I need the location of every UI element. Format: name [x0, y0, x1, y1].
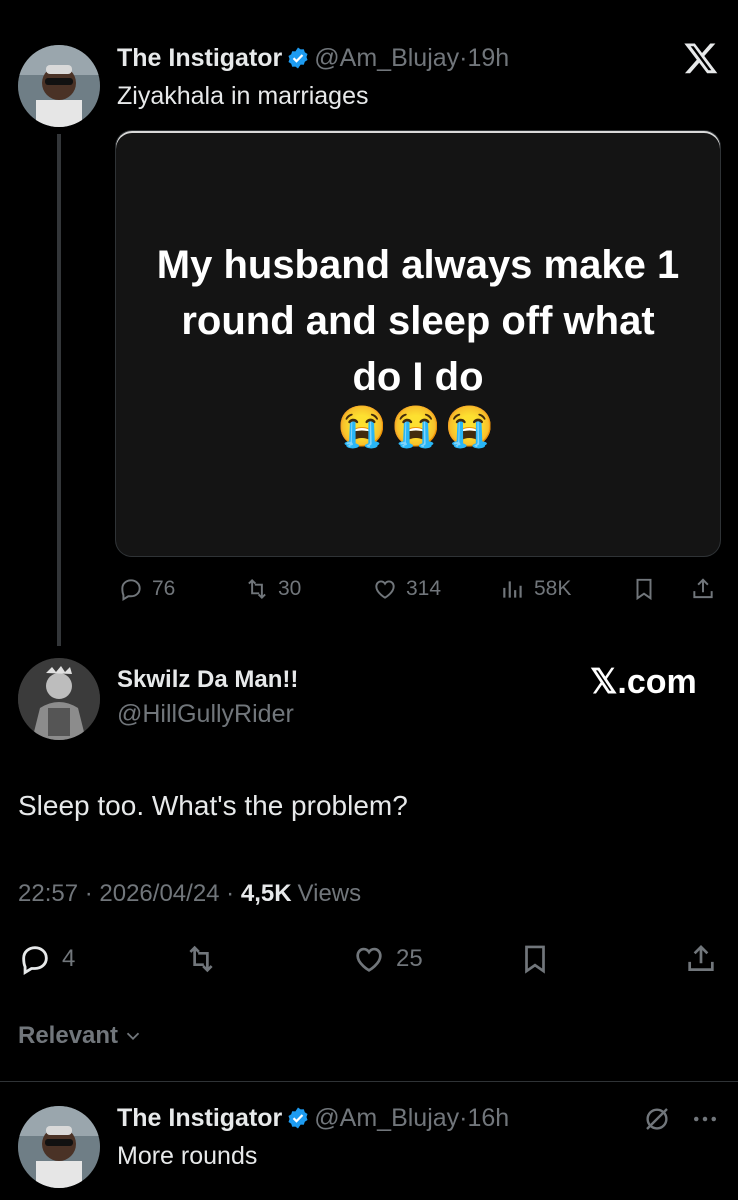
chevron-down-icon	[126, 1032, 140, 1041]
brand-watermark: 𝕏.com	[590, 663, 697, 701]
views-label: Views	[297, 880, 362, 907]
repost-button[interactable]	[184, 942, 218, 976]
avatar[interactable]	[18, 658, 100, 740]
author-name[interactable]: The Instigator	[117, 44, 282, 73]
like-icon	[356, 947, 382, 972]
like-button[interactable]: 314	[372, 576, 441, 602]
author-handle[interactable]: @Am_Blujay	[314, 1104, 459, 1133]
verified-icon	[286, 1106, 310, 1130]
share-button[interactable]	[690, 576, 716, 602]
bookmark-icon	[636, 578, 652, 601]
like-count: 314	[406, 577, 442, 600]
sort-label: Relevant	[18, 1022, 119, 1049]
reply-time[interactable]: 22:57	[18, 880, 78, 908]
bookmark-button[interactable]	[631, 576, 657, 602]
x-logo-icon[interactable]	[683, 40, 719, 76]
reply-author-name[interactable]: Skwilz Da Man!!	[117, 666, 298, 694]
views-count: 58K	[534, 577, 572, 600]
like-icon	[375, 580, 395, 599]
reply-count: 4	[62, 945, 76, 972]
reply-button[interactable]: 76	[118, 576, 175, 602]
separator-dot: ·	[78, 880, 100, 907]
reply-text: Sleep too. What's the problem?	[18, 790, 408, 821]
media-emoji: 😭😭😭	[337, 405, 499, 449]
avatar[interactable]	[18, 45, 100, 127]
repost-icon	[248, 578, 266, 600]
reply-icon	[22, 946, 48, 976]
views-button[interactable]: 58K	[500, 576, 571, 602]
bookmark-button[interactable]	[518, 942, 552, 976]
sort-dropdown[interactable]: Relevant	[18, 1022, 144, 1050]
tweet-time[interactable]: 19h	[468, 44, 510, 73]
views-icon	[503, 581, 522, 598]
like-count: 25	[396, 945, 423, 972]
next-tweet-header: The Instigator @Am_Blujay · 16h	[117, 1102, 509, 1134]
share-icon	[688, 945, 714, 971]
reply-views-count: 4,5K	[240, 880, 292, 907]
next-tweet-text: More rounds	[117, 1142, 258, 1170]
media-text: My husband always make 1 round and sleep…	[156, 243, 680, 399]
author-handle[interactable]: @Am_Blujay	[314, 44, 459, 73]
grok-icon[interactable]	[642, 1104, 672, 1134]
more-icon[interactable]	[690, 1104, 720, 1134]
verified-icon	[286, 46, 310, 70]
thread-line	[57, 134, 61, 646]
separator-dot: ·	[219, 880, 241, 907]
separator-dot: ·	[459, 43, 468, 72]
repost-count: 30	[278, 577, 302, 600]
tweet-text: Ziyakhala in marriages	[117, 82, 369, 110]
like-button[interactable]: 25	[352, 942, 423, 976]
bookmark-icon	[525, 945, 545, 974]
reply-count: 76	[152, 577, 176, 600]
repost-button[interactable]: 30	[244, 576, 301, 602]
reply-button[interactable]: 4	[18, 942, 75, 976]
share-icon	[693, 578, 713, 599]
avatar[interactable]	[18, 1106, 100, 1188]
tweet-time[interactable]: 16h	[468, 1104, 510, 1133]
divider	[0, 1081, 738, 1082]
reply-icon	[121, 579, 141, 602]
share-button[interactable]	[684, 942, 718, 976]
repost-icon	[189, 945, 213, 973]
author-name[interactable]: The Instigator	[117, 1104, 282, 1133]
reply-meta: 22:57 · 2026/04/24 · 4,5K Views	[18, 880, 361, 908]
tweet-header: The Instigator @Am_Blujay · 19h	[117, 42, 509, 74]
reply-author-handle[interactable]: @HillGullyRider	[117, 700, 294, 729]
reply-date[interactable]: 2026/04/24	[99, 880, 219, 908]
tweet-media[interactable]: My husband always make 1 round and sleep…	[116, 131, 720, 556]
separator-dot: ·	[459, 1103, 468, 1132]
